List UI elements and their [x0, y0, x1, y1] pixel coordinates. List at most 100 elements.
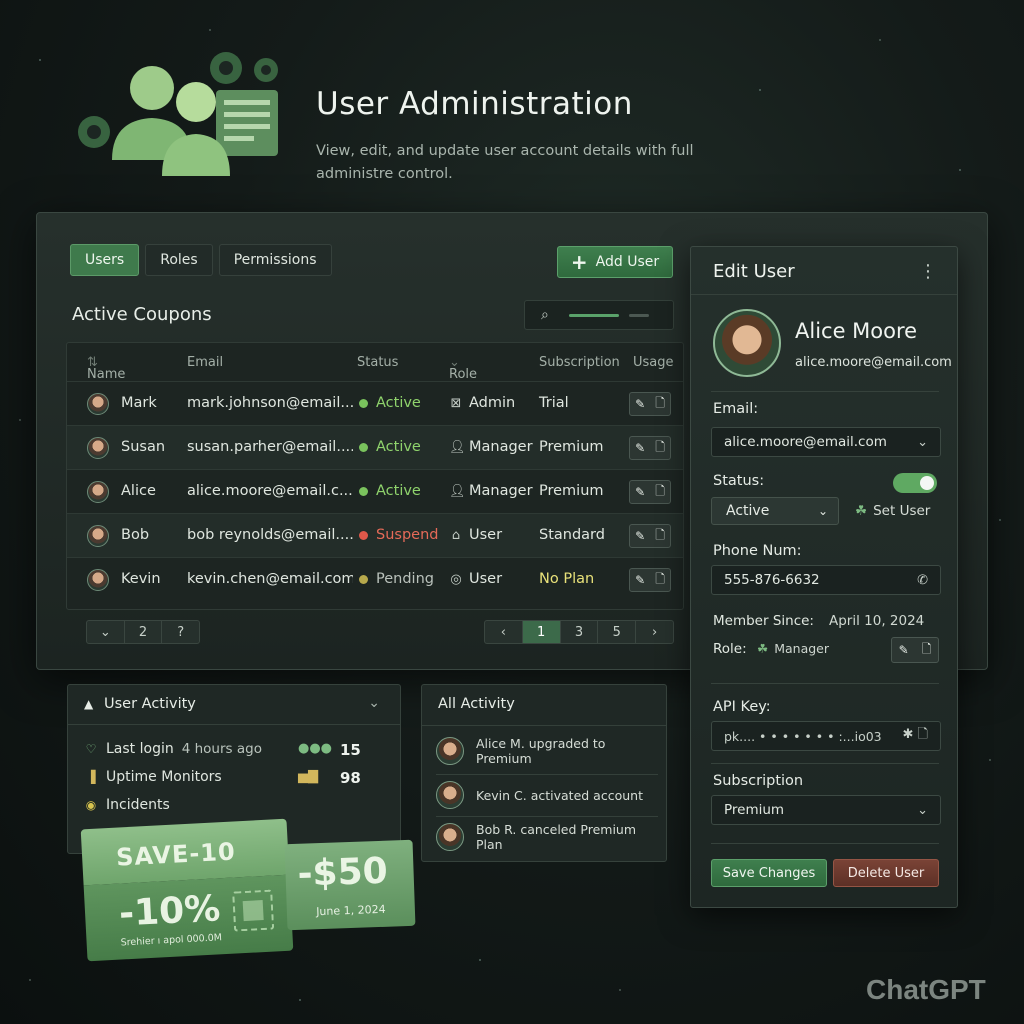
coupon-date: June 1, 2024 [315, 902, 386, 919]
column-header-usage[interactable]: Usage [633, 355, 674, 370]
api-key-field[interactable]: pk.... • • • • • • • :...io03 ✱ 🗋 [711, 721, 941, 751]
status-dot [359, 530, 368, 540]
table-row[interactable]: Kevin kevin.chen@email.com Pending ◎ User… [67, 557, 683, 601]
status-dot [359, 442, 368, 452]
table-row[interactable]: Mark mark.johnson@email.... Active ⊠ Admi… [67, 381, 683, 425]
coupon-save-10[interactable]: SAVE-10 -10% Srehier ı apol 000.0M [80, 818, 294, 962]
column-header-name[interactable]: Name ⇅ [87, 355, 125, 382]
activity-item[interactable]: Bob R. canceled Premium Plan [436, 817, 658, 857]
edit-icon[interactable]: ✎ [635, 397, 645, 411]
next-page-button[interactable]: › [636, 621, 673, 643]
add-user-button[interactable]: + Add User [557, 246, 673, 278]
role-icon: ☘ [757, 641, 769, 656]
status-select[interactable]: Active ⌄ [711, 497, 839, 525]
prev-page-button[interactable]: ‹ [485, 621, 523, 643]
email-field[interactable]: alice.moore@email.com ⌄ [711, 427, 941, 457]
edit-icon[interactable]: ✎ [635, 441, 645, 455]
circle-icon: ◎ [450, 571, 462, 587]
last-login-item: ♡ Last login 4 hours ago [85, 741, 262, 757]
users-panel: Users Roles Permissions + Add User Activ… [66, 232, 686, 658]
status-dot [359, 486, 368, 496]
row-role: ⊠ Admin [450, 395, 516, 411]
users-icon: ●●● [298, 741, 333, 756]
subscription-label: Subscription [713, 773, 804, 789]
chevron-down-icon[interactable]: ⌄ [87, 621, 125, 643]
phone-field[interactable]: 555-876-6632 ✆ [711, 565, 941, 595]
phone-icon: ✆ [917, 572, 928, 588]
row-name: Mark [121, 395, 157, 411]
row-actions: ✎ 🗋 [629, 568, 671, 592]
user-key-icon: ☘ [855, 503, 868, 519]
coupon-50-off[interactable]: -$50 June 1, 2024 [284, 839, 416, 931]
status-badge: Suspend [359, 527, 438, 543]
page-size-option[interactable]: 2 [125, 621, 163, 643]
chevron-down-icon[interactable]: ⌄ [368, 695, 380, 711]
search-slider-track [629, 314, 649, 317]
row-email: alice.moore@email.c... [187, 483, 353, 499]
delete-icon[interactable]: 🗋 [655, 394, 665, 415]
delete-icon[interactable]: 🗋 [922, 640, 932, 661]
set-user-button[interactable]: ☘ Set User [855, 503, 930, 519]
row-actions: ✎ 🗋 [629, 480, 671, 504]
page-size-option[interactable]: ? [162, 621, 199, 643]
last-login-count: 15 [340, 741, 361, 759]
regenerate-icon[interactable]: ✱ [903, 727, 914, 742]
row-name: Kevin [121, 571, 161, 587]
person-icon: 👤︎ [449, 439, 466, 455]
edit-icon[interactable]: ✎ [635, 485, 645, 499]
edit-icon[interactable]: ✎ [899, 643, 909, 657]
all-activity-title: All Activity [438, 696, 515, 712]
divider [711, 391, 939, 392]
status-badge: Active [359, 483, 421, 499]
admin-icon: ⊠ [450, 395, 462, 411]
column-header-status[interactable]: Status [357, 355, 398, 370]
api-key-actions: ✱ 🗋 [903, 725, 929, 747]
copy-icon[interactable]: 🗋 [918, 727, 928, 742]
tab-users[interactable]: Users [70, 244, 140, 276]
page-subtitle: View, edit, and update user account deta… [316, 143, 694, 182]
row-name: Susan [121, 439, 166, 455]
table-row[interactable]: Susan susan.parher@email.... Active 👤︎ Ma… [67, 425, 683, 469]
avatar [87, 569, 109, 591]
tab-roles[interactable]: Roles [145, 244, 213, 276]
row-actions: ✎ 🗋 [629, 524, 671, 548]
row-subscription: Premium [539, 483, 604, 499]
phone-label: Phone Num: [713, 543, 802, 559]
coupon-amount: -$50 [296, 850, 389, 895]
user-activity-title: User Activity [104, 696, 196, 712]
table-row[interactable]: Alice alice.moore@email.c... Active 👤︎ Ma… [67, 469, 683, 513]
table-header: Name ⇅ Email Status Role ⌄ Subscription … [67, 343, 683, 382]
api-key-label: API Key: [713, 699, 771, 715]
uptime-monitors-item: ▐ Uptime Monitors [84, 769, 221, 785]
search-icon: ⌕ [541, 307, 549, 323]
column-header-subscription[interactable]: Subscription [539, 355, 620, 370]
user-activity-header[interactable]: ▲ User Activity ⌄ [68, 685, 400, 725]
uptime-count: 98 [340, 769, 361, 787]
avatar [87, 525, 109, 547]
edit-icon[interactable]: ✎ [635, 529, 645, 543]
edit-icon[interactable]: ✎ [635, 573, 645, 587]
table-row[interactable]: Bob bob reynolds@email.... Suspend ⌂ User… [67, 513, 683, 557]
delete-icon[interactable]: 🗋 [655, 570, 665, 591]
activity-item[interactable]: Alice M. upgraded to Premium [436, 731, 658, 771]
plus-icon: + [570, 250, 588, 274]
subscription-select[interactable]: Premium ⌄ [711, 795, 941, 825]
delete-icon[interactable]: 🗋 [655, 526, 665, 547]
page-button[interactable]: 5 [598, 621, 637, 643]
tab-permissions[interactable]: Permissions [218, 244, 332, 276]
delete-icon[interactable]: 🗋 [655, 482, 665, 503]
page-button-current[interactable]: 1 [522, 621, 561, 643]
save-changes-button[interactable]: Save Changes [711, 859, 827, 887]
activity-item[interactable]: Kevin C. activated account [436, 775, 658, 815]
column-header-email[interactable]: Email [187, 355, 223, 370]
delete-user-button[interactable]: Delete User [833, 859, 939, 887]
page-button[interactable]: 3 [561, 621, 599, 643]
column-header-role[interactable]: Role ⌄ [449, 355, 477, 382]
page-size-selector: ⌄ 2 ? [86, 620, 200, 644]
delete-icon[interactable]: 🗋 [655, 438, 665, 459]
search-input[interactable]: ⌕ [524, 300, 674, 330]
edit-user-panel: Edit User ⋮ Alice Moore alice.moore@emai… [690, 246, 958, 908]
more-options-icon[interactable]: ⋮ [919, 261, 937, 282]
status-toggle[interactable] [893, 473, 937, 493]
divider [711, 843, 939, 844]
